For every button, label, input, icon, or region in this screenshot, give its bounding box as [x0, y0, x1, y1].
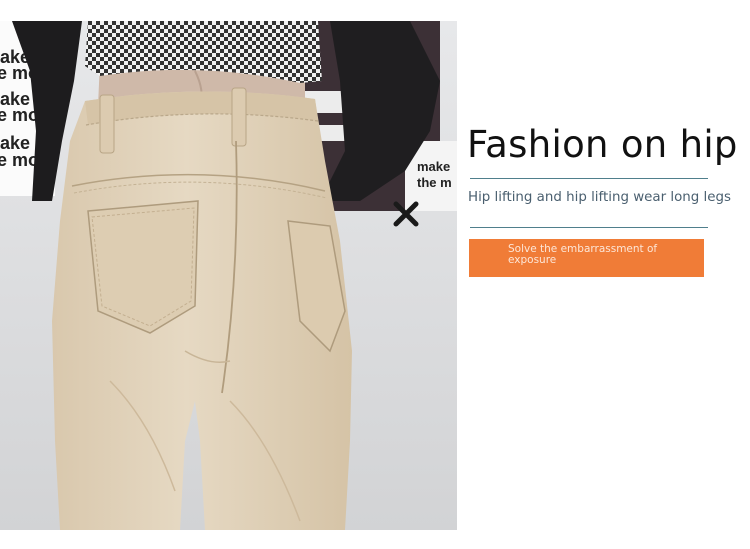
feature-badge: Solve the embarrassment of exposure — [469, 239, 704, 277]
divider-top — [470, 178, 708, 179]
poster-text: the m — [417, 175, 452, 190]
poster-text: e mo — [0, 150, 39, 170]
poster-text: make — [417, 159, 450, 174]
poster-text: e mo — [0, 105, 39, 125]
left-pocket — [87, 200, 199, 334]
divider-bottom — [470, 227, 708, 228]
headline: Fashion on hip — [467, 123, 738, 166]
subheadline: Hip lifting and hip lifting wear long le… — [468, 190, 731, 205]
product-photo: ake e mo ake e mo ake e mo make the m — [0, 21, 457, 530]
